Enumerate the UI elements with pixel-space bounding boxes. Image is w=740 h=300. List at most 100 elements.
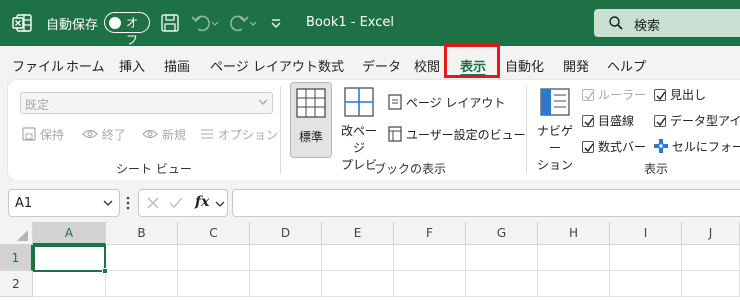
show-group-label: 表示 [644,162,669,176]
normal-view-button[interactable]: 標準 [290,82,332,158]
navigation-label-line1: ナビゲー [536,124,573,155]
focus-cell-label: セルにフォーカ [671,140,740,154]
grid-cell[interactable] [178,245,250,271]
headings-label: 見出し [670,88,707,102]
grid-cell[interactable] [33,271,106,297]
grid-cell[interactable] [466,245,538,271]
save-icon[interactable] [160,12,180,34]
customize-quick-access-icon[interactable] [270,12,282,34]
column-header-e[interactable]: E [322,222,394,245]
custom-views-button[interactable]: ユーザー設定のビュー [388,126,526,143]
formula-bar-checkbox[interactable]: 数式バー [582,138,646,155]
new-label: 新規 [161,128,186,142]
grid-cell[interactable] [322,245,394,271]
more-options-icon[interactable] [126,196,130,210]
toggle-knob [109,16,121,29]
column-header-j[interactable]: J [682,222,740,245]
tab-file[interactable]: ファイル [12,56,64,75]
grid-cell[interactable] [394,271,466,297]
sheet-view-new-button[interactable]: 新規 [142,126,186,143]
grid-cell[interactable] [250,271,322,297]
column-header-a[interactable]: A [33,222,106,245]
formula-input[interactable] [232,189,740,217]
group-separator [280,86,281,174]
column-header-f[interactable]: F [394,222,466,245]
grid-cell[interactable] [610,271,682,297]
grid-cell[interactable] [466,271,538,297]
tab-formulas[interactable]: 数式 [318,56,344,75]
excel-logo-icon [12,14,32,32]
navigation-button[interactable]: ナビゲー ション [532,82,578,172]
sheet-view-keep-button[interactable]: 保持 [22,126,64,143]
eye-plus-icon [142,129,158,139]
fill-handle[interactable] [102,268,108,274]
tab-data[interactable]: データ [362,56,401,75]
sheet-view-exit-button[interactable]: 終了 [82,126,126,143]
column-header-g[interactable]: G [466,222,538,245]
active-cell-a1[interactable] [33,245,108,274]
data-type-icons-label: データ型アイコ [670,114,740,128]
column-header-h[interactable]: H [538,222,610,245]
grid-cell[interactable] [394,245,466,271]
data-type-icons-checkbox[interactable]: データ型アイコ [654,112,740,129]
search-icon [609,16,623,30]
document-title: Book1 - Excel [306,15,395,30]
insert-function-button[interactable]: fx [195,194,209,210]
undo-icon[interactable] [190,12,220,34]
ruler-label: ルーラー [598,88,647,102]
autosave-state-label: オフ [126,16,139,47]
chevron-down-icon[interactable] [215,201,225,209]
navigation-label-line2: ション [536,158,573,172]
redo-icon[interactable] [228,12,258,34]
page-break-preview-icon [344,87,374,117]
grid-cell[interactable] [538,245,610,271]
tab-home[interactable]: ホーム [66,56,105,75]
tab-draw[interactable]: 描画 [164,56,190,75]
column-header-c[interactable]: C [178,222,250,245]
row-header-2[interactable]: 2 [0,271,33,297]
focus-cell-icon [654,139,668,153]
autosave-toggle[interactable]: オフ [104,12,150,47]
grid-cell[interactable] [610,245,682,271]
tab-help[interactable]: ヘルプ [607,56,646,75]
grid-cell[interactable] [682,271,740,297]
select-all-triangle-icon [17,230,28,241]
name-box[interactable]: A1 [8,189,120,217]
sheet-view-options-button[interactable]: オプション [200,126,278,143]
select-all-corner[interactable] [0,222,33,245]
grid-cell[interactable] [682,245,740,271]
column-header-b[interactable]: B [106,222,178,245]
formula-buttons: fx [138,189,228,217]
tab-review[interactable]: 校閲 [414,56,440,75]
column-header-i[interactable]: I [610,222,682,245]
grid-cell[interactable] [106,245,178,271]
chevron-down-icon [258,99,268,105]
enter-check-icon[interactable] [169,197,183,209]
sheet-view-dropdown[interactable]: 既定 [20,92,273,114]
page-layout-view-button[interactable]: ページ レイアウト [388,94,505,111]
grid-cell[interactable] [106,271,178,297]
tab-automate[interactable]: 自動化 [505,56,544,75]
page-break-preview-button[interactable]: 改ページ プレビュー [336,82,382,189]
spreadsheet-grid: A B C D E F G H I J 1 2 [0,222,740,300]
formula-bar-label: 数式バー [598,140,647,154]
search-box[interactable]: 検索 [594,9,740,37]
tab-page-layout[interactable]: ページ レイアウト [210,56,318,75]
grid-cell[interactable] [538,271,610,297]
eye-icon [82,129,98,139]
gridlines-checkbox[interactable]: 目盛線 [582,112,634,129]
grid-cell[interactable] [322,271,394,297]
tab-developer[interactable]: 開発 [563,56,589,75]
row-header-1[interactable]: 1 [0,245,33,271]
headings-checkbox[interactable]: 見出し [654,86,706,103]
list-icon [201,129,213,139]
tab-insert[interactable]: 挿入 [119,56,145,75]
grid-cell[interactable] [178,271,250,297]
page-layout-icon [388,94,402,110]
ruler-checkbox[interactable]: ルーラー [582,86,646,103]
grid-cell[interactable] [250,245,322,271]
focus-cell-button[interactable]: セルにフォーカ [654,138,740,155]
column-header-d[interactable]: D [250,222,322,245]
cancel-icon[interactable] [147,197,159,209]
checkbox-checked-icon [654,89,666,101]
